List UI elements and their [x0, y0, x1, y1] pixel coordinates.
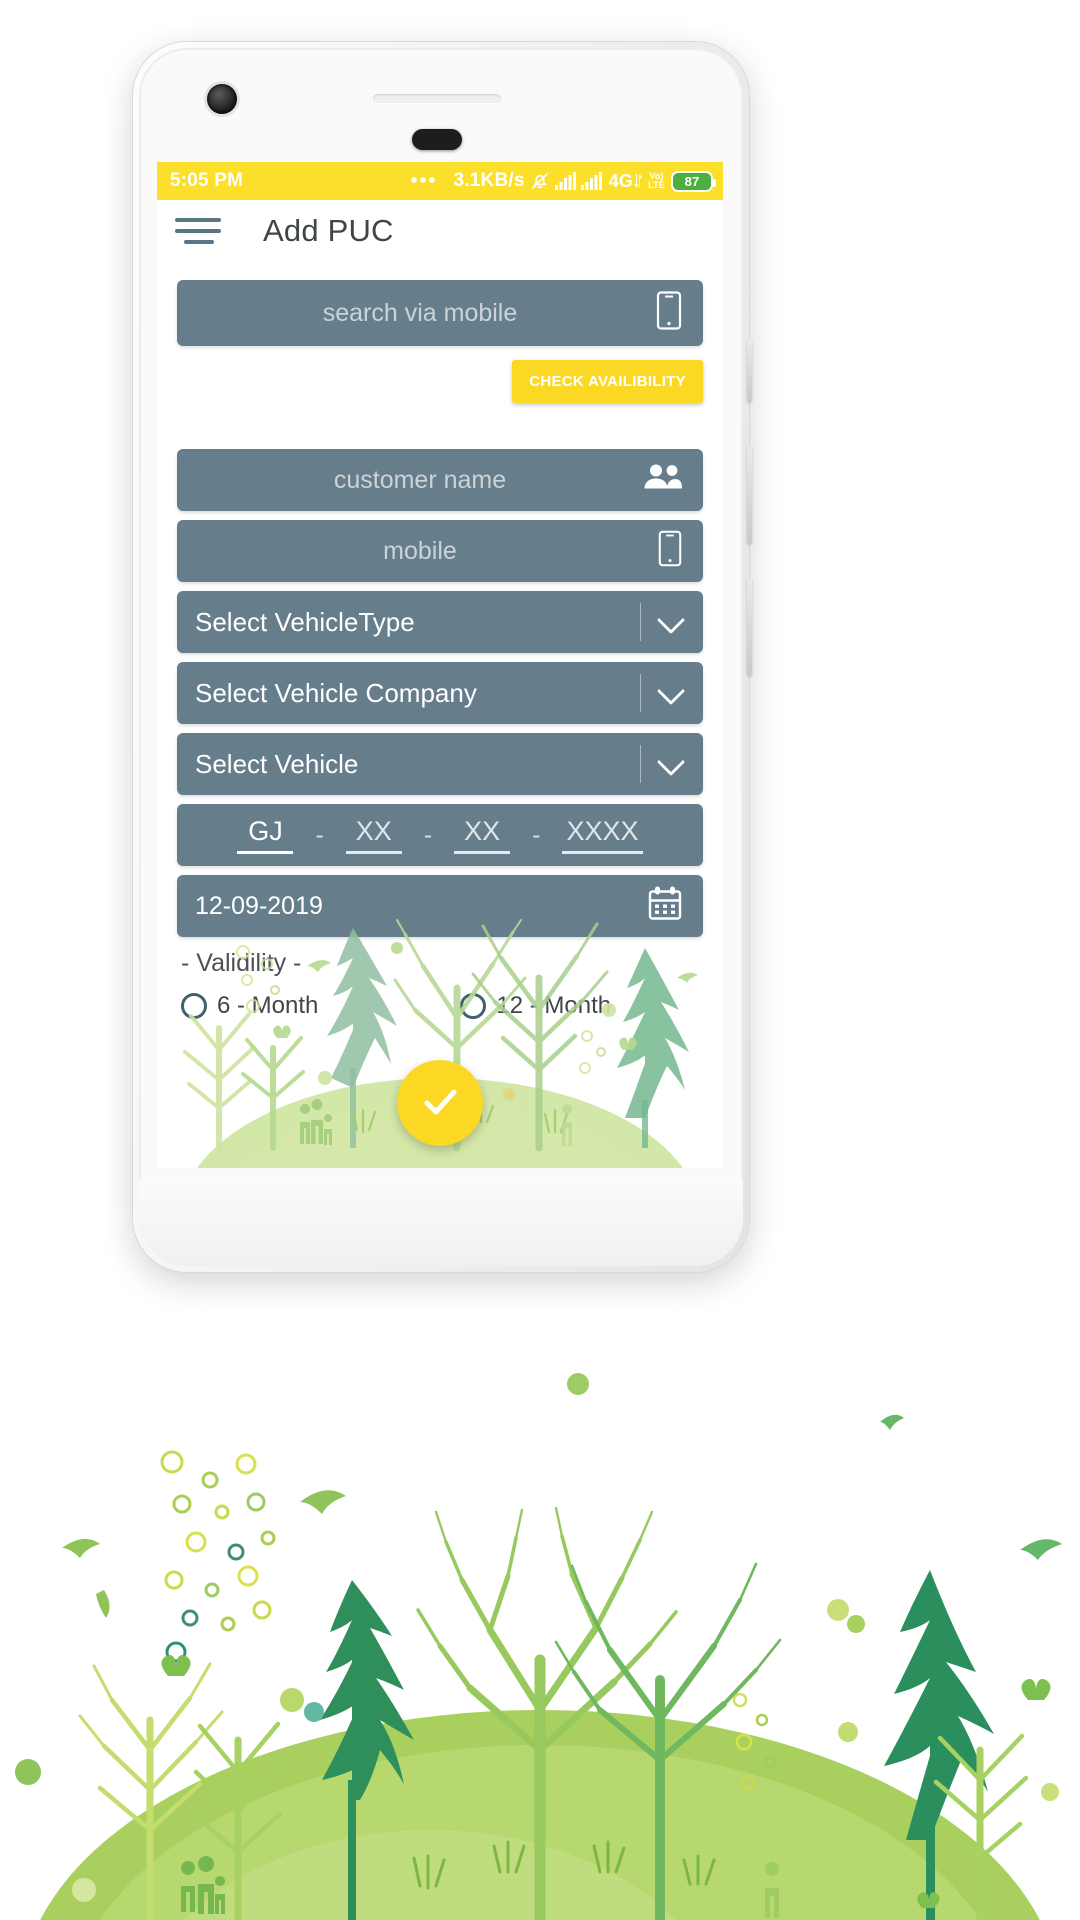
network-type-label: 4G — [608, 170, 634, 191]
vehicle-company-label: Select Vehicle Company — [195, 677, 477, 708]
battery-indicator: 87 — [671, 170, 716, 192]
validity-option-6-month[interactable]: 6 - Month — [181, 992, 318, 1020]
plate-dash: - — [315, 820, 324, 849]
plate-dash: - — [423, 820, 433, 849]
screenshot-root: 5:05 PM ••• 3.1KB/s 4G Vo) LTE 87 Add PU… — [0, 0, 1080, 1920]
hamburger-menu-icon[interactable] — [175, 214, 221, 248]
radio-button-icon[interactable] — [460, 993, 487, 1019]
signal-bars-icon — [554, 172, 576, 190]
vehicle-dropdown[interactable]: Select Vehicle — [177, 733, 703, 795]
date-value: 12-09-2019 — [195, 891, 323, 920]
page-title: Add PUC — [263, 213, 394, 248]
search-mobile-input[interactable]: search via mobile — [177, 280, 703, 346]
validity-option-12-month[interactable]: 12 - Month — [460, 992, 611, 1020]
vehicle-type-label: Select VehicleType — [195, 606, 415, 637]
vehicle-company-dropdown[interactable]: Select Vehicle Company — [177, 662, 703, 724]
phone-screen: 5:05 PM ••• 3.1KB/s 4G Vo) LTE 87 Add PU… — [157, 162, 723, 1168]
signal-bars-icon — [580, 172, 602, 190]
volte-icon: Vo) LTE — [648, 171, 665, 190]
dropdown-divider — [640, 745, 641, 783]
checkmark-icon — [417, 1079, 463, 1128]
status-time: 5:05 PM — [170, 170, 244, 191]
volume-up-button[interactable] — [747, 446, 752, 544]
plate-state-field[interactable]: GJ — [237, 816, 294, 854]
network-speed-text: 3.1KB/s — [453, 170, 525, 191]
plate-number-field[interactable]: XXXX — [562, 816, 643, 854]
status-overflow-dots: ••• — [410, 169, 438, 192]
date-input[interactable]: 12-09-2019 — [177, 875, 703, 937]
dropdown-divider — [640, 674, 641, 712]
search-mobile-placeholder: search via mobile — [322, 298, 518, 327]
validity-option-label: 12 - Month — [496, 992, 612, 1019]
customer-name-input[interactable]: customer name — [177, 449, 703, 511]
power-button[interactable] — [747, 340, 752, 402]
plate-district-field[interactable]: XX — [345, 816, 402, 854]
radio-button-icon[interactable] — [181, 993, 207, 1019]
validity-option-label: 6 - Month — [217, 992, 319, 1019]
check-availability-button[interactable]: CHECK AVAILIBILITY — [512, 360, 703, 403]
phone-device-mockup: 5:05 PM ••• 3.1KB/s 4G Vo) LTE 87 Add PU… — [133, 42, 752, 1272]
registration-number-input[interactable]: GJ - XX - XX - XXXX — [177, 804, 703, 866]
status-bar: 5:05 PM ••• 3.1KB/s 4G Vo) LTE 87 — [157, 162, 723, 200]
validity-section: - Validility - 6 - Month 12 - Month — [157, 949, 723, 1020]
phone-chin — [139, 1180, 743, 1266]
phone-sensor — [412, 129, 462, 150]
battery-level-text: 87 — [684, 173, 700, 189]
mobile-phone-icon — [657, 530, 683, 573]
data-transfer-icon — [634, 174, 643, 188]
app-bar: Add PUC — [157, 200, 723, 262]
eco-nature-illustration — [0, 1280, 1080, 1920]
check-availability-row: CHECK AVAILIBILITY — [177, 360, 703, 403]
form-body: search via mobile CHECK AVAILIBILITY cus… — [157, 280, 723, 1020]
dropdown-divider — [640, 603, 641, 641]
people-contacts-icon — [643, 463, 683, 498]
submit-fab-button[interactable] — [397, 1060, 483, 1146]
plate-dash: - — [532, 820, 541, 849]
mobile-input[interactable]: mobile — [177, 520, 703, 582]
earpiece-speaker — [373, 94, 501, 103]
bell-off-icon — [530, 171, 550, 191]
plate-series-field[interactable]: XX — [454, 816, 511, 854]
validity-title: - Validility - — [181, 949, 302, 977]
customer-name-placeholder: customer name — [333, 465, 507, 494]
mobile-phone-icon — [655, 291, 683, 336]
mobile-placeholder: mobile — [383, 536, 457, 565]
vehicle-label: Select Vehicle — [195, 748, 359, 779]
validity-radio-group: 6 - Month 12 - Month — [181, 992, 723, 1020]
calendar-icon[interactable] — [647, 886, 683, 927]
volume-down-button[interactable] — [747, 578, 752, 676]
vehicle-type-dropdown[interactable]: Select VehicleType — [177, 591, 703, 653]
front-camera-icon — [207, 84, 237, 114]
